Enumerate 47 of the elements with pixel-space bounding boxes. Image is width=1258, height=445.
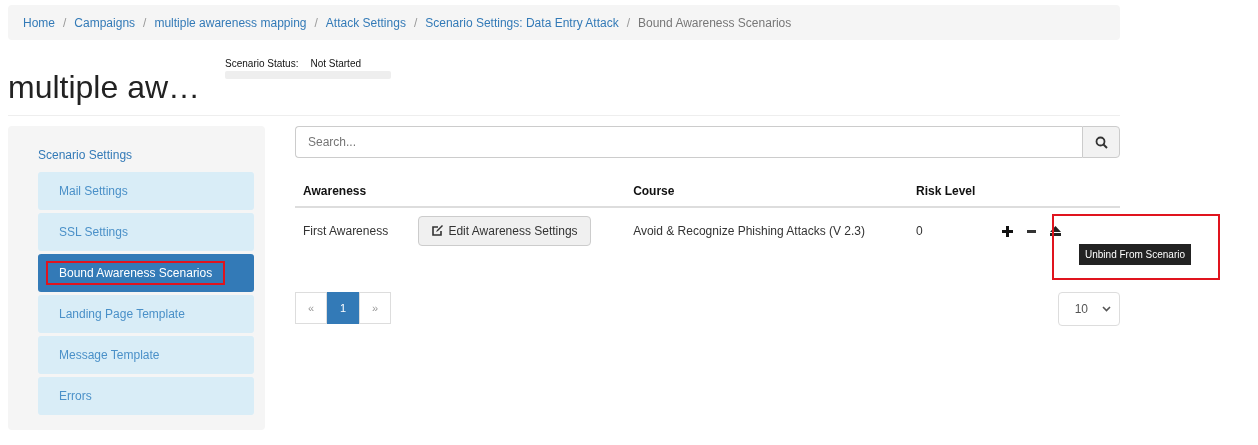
table-cell: First Awareness (295, 207, 411, 255)
eject-icon[interactable] (1050, 226, 1061, 237)
breadcrumb-separator: / (143, 15, 147, 30)
sidebar-item[interactable]: SSL Settings (38, 213, 254, 252)
plus-icon[interactable] (1002, 225, 1013, 237)
minus-icon[interactable] (1027, 229, 1036, 233)
breadcrumb-link[interactable]: Scenario Settings: Data Entry Attack (425, 15, 619, 30)
sidebar-item[interactable]: Errors (38, 377, 254, 416)
status-label: Scenario Status: (225, 58, 299, 69)
sidebar-heading[interactable]: Scenario Settings (38, 134, 133, 173)
breadcrumb-link[interactable]: Home (23, 15, 55, 30)
breadcrumb-link[interactable]: Campaigns (74, 15, 136, 30)
table-cell: 0 (907, 207, 994, 255)
table-cell: Avoid & Recognize Phishing Attacks (V 2.3) (625, 207, 908, 255)
breadcrumb-separator: / (626, 15, 630, 30)
breadcrumb-separator: / (63, 15, 67, 30)
edit-settings-button[interactable]: Edit Awareness Settings (418, 216, 591, 247)
breadcrumb-link[interactable]: multiple awareness mapping (154, 15, 307, 30)
sidebar-item[interactable]: Message Template (38, 336, 254, 375)
search-button[interactable] (1082, 126, 1120, 159)
page-title: multiple aw… (8, 70, 201, 106)
sidebar-item[interactable]: Landing Page Template (38, 295, 254, 334)
search-icon (1094, 135, 1108, 149)
edit-icon (431, 225, 444, 238)
sidebar-item-label: Errors (58, 388, 93, 406)
sidebar-item-label: Landing Page Template (58, 306, 186, 324)
breadcrumb-current: Bound Awareness Scenarios (638, 15, 792, 30)
tooltip: Unbind From Scenario (1079, 243, 1192, 265)
column-header: Risk Level (907, 176, 994, 208)
breadcrumb-separator: / (413, 15, 418, 30)
page-button[interactable]: 1 (327, 292, 359, 325)
previous-page-button[interactable]: « (295, 292, 327, 325)
sidebar-item-label: SSL Settings (58, 224, 129, 242)
column-header: Awareness (295, 176, 626, 208)
page-size-select[interactable]: 10 (1057, 292, 1120, 327)
breadcrumb-link[interactable]: Attack Settings (325, 15, 406, 30)
column-header: Course (625, 176, 908, 208)
highlighted-label: Bound Awareness Scenarios (46, 261, 226, 286)
sidebar-item[interactable]: Mail Settings (38, 172, 254, 211)
sidebar-item-label: Message Template (58, 347, 161, 365)
breadcrumb-separator: / (314, 15, 318, 30)
chevron-down-icon (1102, 306, 1111, 313)
status-value: Not Started (310, 58, 362, 69)
sidebar-item-label: Mail Settings (58, 183, 129, 201)
sidebar-item[interactable]: Bound Awareness Scenarios (38, 254, 254, 293)
search-field[interactable]: Search... (295, 126, 1082, 159)
next-page-button[interactable]: » (359, 292, 391, 325)
